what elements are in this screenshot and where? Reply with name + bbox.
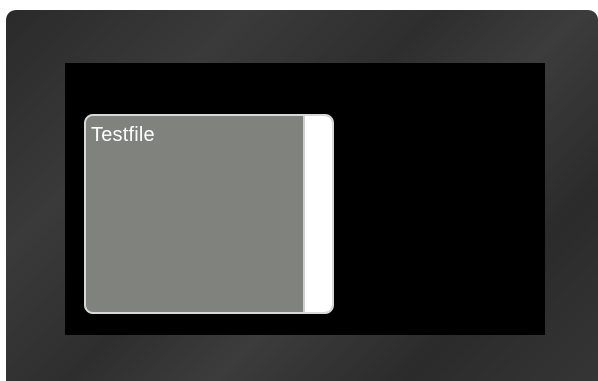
vertical-scrollbar[interactable]: [303, 116, 332, 312]
file-item-label[interactable]: Testfile: [91, 123, 155, 147]
display-screen: Testfile: [65, 63, 545, 335]
device-frame: Testfile: [6, 10, 598, 381]
file-list-box[interactable]: Testfile: [84, 114, 334, 314]
